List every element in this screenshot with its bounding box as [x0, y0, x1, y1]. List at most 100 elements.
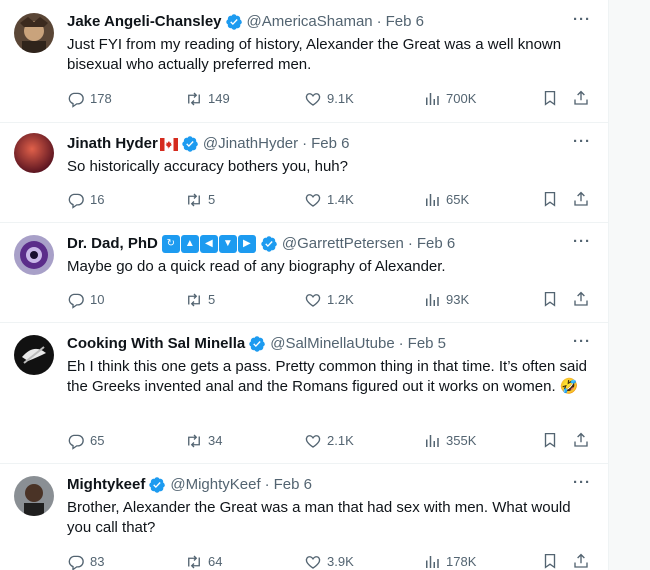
avatar[interactable] — [14, 133, 54, 173]
right-arrow-emoji-icon: ▶ — [237, 235, 256, 253]
display-name[interactable]: Jinath Hyder — [67, 134, 158, 154]
more-options-icon[interactable]: ··· — [572, 12, 592, 33]
like-count: 3.9K — [327, 554, 354, 569]
retweet-arrows-icon — [185, 291, 203, 309]
action-bar: 65 34 2.1K 355K — [67, 431, 597, 451]
avatar[interactable] — [14, 476, 54, 516]
left-arrow-emoji-icon: ◀ — [199, 235, 218, 253]
bookmark-icon[interactable] — [541, 89, 559, 107]
retweet-count: 5 — [208, 292, 216, 307]
reply-button[interactable]: 83 — [67, 552, 104, 570]
more-options-icon[interactable]: ··· — [572, 475, 592, 496]
tweet[interactable]: Jinath Hyder @JinathHyder · Feb 6 ··· So… — [0, 122, 608, 223]
more-options-icon[interactable]: ··· — [572, 234, 592, 255]
share-upload-icon[interactable] — [572, 552, 590, 570]
retweet-arrows-icon — [185, 90, 203, 108]
views-button[interactable]: 178K — [423, 552, 476, 570]
avatar[interactable] — [14, 235, 54, 275]
reply-bubble-icon — [67, 432, 85, 450]
share-upload-icon[interactable] — [572, 431, 590, 449]
action-bar: 16 5 1.4K 65K — [67, 190, 597, 210]
user-handle[interactable]: @AmericaShaman — [247, 12, 373, 32]
display-name[interactable]: Cooking With Sal Minella — [67, 334, 245, 354]
like-count: 1.2K — [327, 292, 354, 307]
view-count: 65K — [446, 192, 470, 207]
tweet-text: Just FYI from my reading of history, Ale… — [67, 36, 562, 73]
retweet-button[interactable]: 34 — [185, 431, 222, 451]
tweet[interactable]: Cooking With Sal Minella @SalMinellaUtub… — [0, 322, 608, 464]
user-handle[interactable]: @GarrettPetersen — [282, 234, 404, 254]
reply-bubble-icon — [67, 90, 85, 108]
tweet-text: Brother, Alexander the Great was a man t… — [67, 499, 571, 536]
share-upload-icon[interactable] — [572, 190, 590, 208]
bookmark-icon[interactable] — [541, 552, 559, 570]
tweet-text: Eh I think this one gets a pass. Pretty … — [67, 358, 587, 395]
views-button[interactable]: 355K — [423, 431, 476, 451]
bar-chart-icon — [423, 553, 441, 570]
tweet-date[interactable]: Feb 6 — [386, 12, 424, 32]
reply-button[interactable]: 65 — [67, 431, 104, 451]
tweet-text: So historically accuracy bothers you, hu… — [67, 158, 348, 175]
tweet-date[interactable]: Feb 5 — [408, 334, 446, 354]
display-name[interactable]: Jake Angeli-Chansley — [67, 12, 222, 32]
bar-chart-icon — [423, 291, 441, 309]
like-button[interactable]: 3.9K — [304, 552, 354, 570]
reply-bubble-icon — [67, 553, 85, 570]
tweet-header: Dr. Dad, PhD ↻ ▲ ◀ ▼ ▶ @GarrettPetersen … — [67, 234, 455, 254]
like-button[interactable]: 1.4K — [304, 190, 354, 210]
avatar[interactable] — [14, 335, 54, 375]
bar-chart-icon — [423, 191, 441, 209]
like-button[interactable]: 1.2K — [304, 290, 354, 310]
repeat-emoji-icon: ↻ — [161, 235, 180, 253]
reply-button[interactable]: 16 — [67, 190, 104, 210]
bookmark-icon[interactable] — [541, 431, 559, 449]
share-upload-icon[interactable] — [572, 89, 590, 107]
canada-flag-icon — [159, 137, 178, 151]
verified-badge-icon — [248, 335, 266, 353]
verified-badge-icon — [260, 235, 278, 253]
tweet-date[interactable]: Feb 6 — [274, 475, 312, 495]
reply-count: 16 — [90, 192, 105, 207]
reply-button[interactable]: 178 — [67, 89, 112, 109]
like-button[interactable]: 9.1K — [304, 89, 354, 109]
views-button[interactable]: 65K — [423, 190, 469, 210]
tweet[interactable]: Mightykeef @MightyKeef · Feb 6 ··· Broth… — [0, 463, 608, 570]
avatar[interactable] — [14, 13, 54, 53]
display-name[interactable]: Dr. Dad, PhD — [67, 234, 158, 254]
retweet-button[interactable]: 5 — [185, 290, 215, 310]
reply-bubble-icon — [67, 191, 85, 209]
user-handle[interactable]: @JinathHyder — [203, 134, 298, 154]
retweet-arrows-icon — [185, 553, 203, 570]
display-name[interactable]: Mightykeef — [67, 475, 145, 495]
like-button[interactable]: 2.1K — [304, 431, 354, 451]
share-upload-icon[interactable] — [572, 290, 590, 308]
bar-chart-icon — [423, 432, 441, 450]
tweet-header: Cooking With Sal Minella @SalMinellaUtub… — [67, 334, 446, 354]
timeline-feed: Jake Angeli-Chansley @AmericaShaman · Fe… — [0, 0, 609, 570]
user-handle[interactable]: @SalMinellaUtube — [270, 334, 394, 354]
tweet-header: Mightykeef @MightyKeef · Feb 6 — [67, 475, 312, 495]
view-count: 178K — [446, 554, 477, 569]
retweet-button[interactable]: 5 — [185, 190, 215, 210]
views-button[interactable]: 93K — [423, 290, 469, 310]
bookmark-icon[interactable] — [541, 190, 559, 208]
more-options-icon[interactable]: ··· — [572, 134, 592, 155]
retweet-button[interactable]: 64 — [185, 552, 222, 570]
user-handle[interactable]: @MightyKeef — [170, 475, 260, 495]
separator-dot: · — [407, 235, 413, 252]
tweet-date[interactable]: Feb 6 — [417, 234, 455, 254]
retweet-arrows-icon — [185, 432, 203, 450]
views-button[interactable]: 700K — [423, 89, 476, 109]
view-count: 93K — [446, 292, 470, 307]
more-options-icon[interactable]: ··· — [572, 334, 592, 355]
reply-button[interactable]: 10 — [67, 290, 104, 310]
separator-dot: · — [376, 13, 382, 30]
tweet[interactable]: Dr. Dad, PhD ↻ ▲ ◀ ▼ ▶ @GarrettPetersen … — [0, 222, 608, 323]
retweet-button[interactable]: 149 — [185, 89, 230, 109]
retweet-count: 34 — [208, 433, 223, 448]
bookmark-icon[interactable] — [541, 290, 559, 308]
tweet-date[interactable]: Feb 6 — [311, 134, 349, 154]
heart-icon — [304, 291, 322, 309]
like-count: 2.1K — [327, 433, 354, 448]
tweet[interactable]: Jake Angeli-Chansley @AmericaShaman · Fe… — [0, 0, 608, 123]
